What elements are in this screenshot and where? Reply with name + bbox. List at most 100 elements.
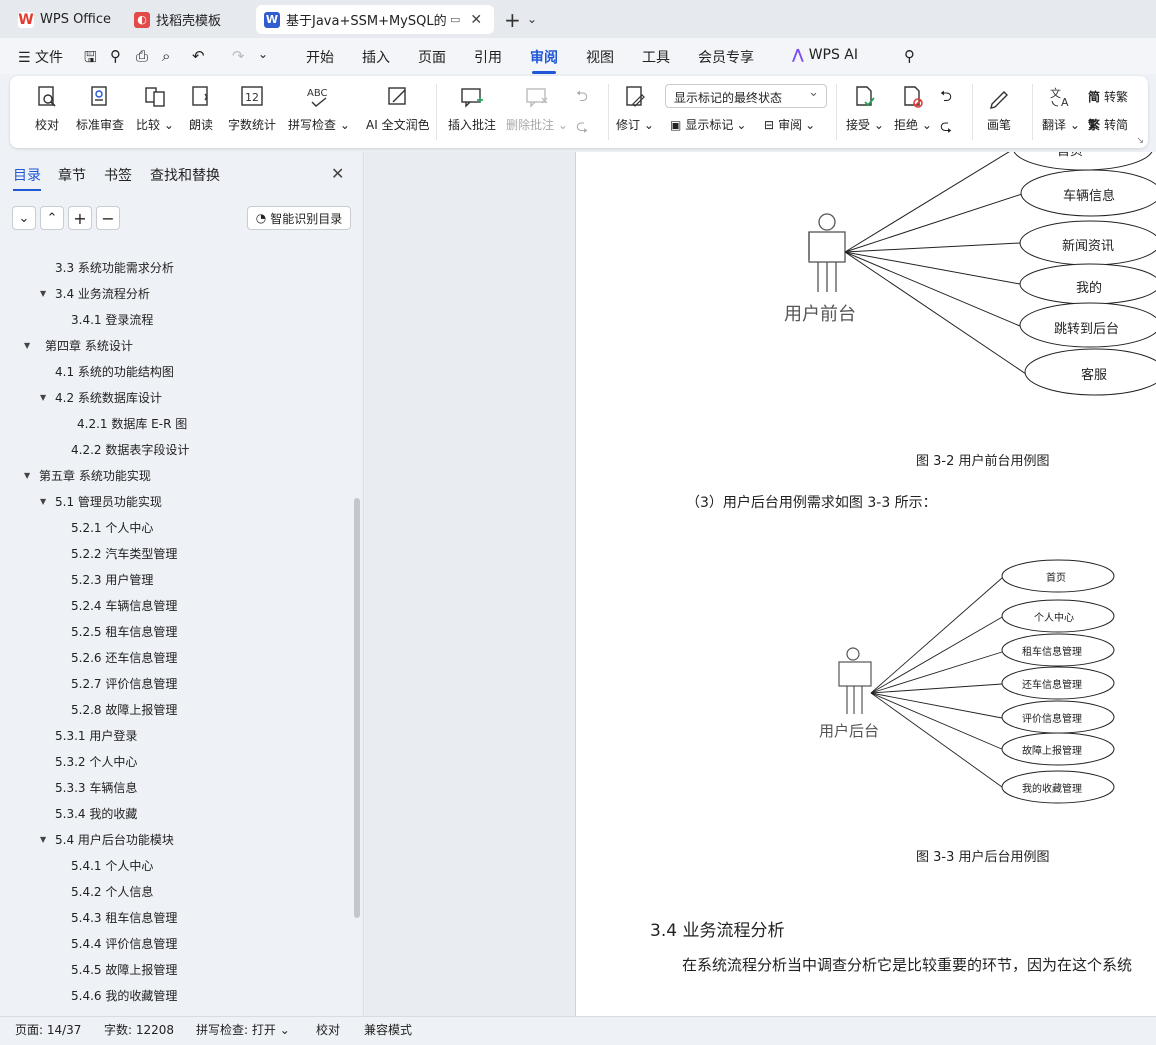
collapse-up-button[interactable]: ⌃	[40, 206, 64, 230]
next-comment-icon[interactable]: ⮎	[576, 116, 588, 141]
svg-text:12: 12	[245, 91, 259, 104]
expand-triangle-icon[interactable]: ▼	[40, 286, 46, 302]
insert-comment-button[interactable]: 插入批注	[448, 84, 496, 133]
tab-docer-templates[interactable]: ◐ 找稻壳模板	[126, 5, 250, 34]
read-aloud-button[interactable]: 朗读	[188, 84, 214, 133]
remove-heading-button[interactable]: −	[96, 206, 120, 230]
redo-icon[interactable]: ↷	[232, 47, 245, 65]
toc-item[interactable]: 5.1 管理员功能实现	[55, 494, 162, 510]
more-chevron-icon[interactable]: ⌄	[258, 47, 268, 61]
expand-triangle-icon[interactable]: ▼	[24, 468, 30, 484]
standard-review-button[interactable]: 标准审查	[76, 84, 124, 133]
search-icon[interactable]: ⚲	[904, 47, 915, 65]
word-count-button[interactable]: 12 字数统计	[228, 84, 276, 133]
ai-polish-button[interactable]: AI 全文润色	[366, 84, 430, 133]
print-preview-icon[interactable]: ⌕	[162, 47, 170, 65]
next-change-icon[interactable]: ⮎	[940, 116, 952, 141]
translate-button[interactable]: 文A 翻译 ⌄	[1042, 84, 1080, 133]
undo-icon[interactable]: ↶	[192, 47, 205, 65]
spell-check-status[interactable]: 拼写检查: 打开 ⌄	[196, 1021, 290, 1038]
reject-button[interactable]: 拒绝 ⌄	[894, 84, 932, 133]
menu-page[interactable]: 页面	[418, 47, 446, 67]
toc-item[interactable]: 4.2 系统数据库设计	[55, 390, 162, 406]
tab-current-document[interactable]: W 基于Java+SSM+MySQL的网 ▭ ✕	[256, 5, 494, 34]
new-tab-icon[interactable]: +	[504, 8, 521, 32]
toc-item[interactable]: 5.2.5 租车信息管理	[71, 624, 177, 640]
toc-item[interactable]: 5.4 用户后台功能模块	[55, 832, 174, 848]
use-case-mine: 我的	[1076, 281, 1103, 296]
menu-references[interactable]: 引用	[474, 47, 502, 67]
menu-insert[interactable]: 插入	[362, 47, 390, 67]
chevron-down-icon[interactable]: ⌄	[527, 12, 537, 26]
compare-button[interactable]: 比较 ⌄	[136, 84, 174, 133]
toc-item[interactable]: 5.4.5 故障上报管理	[71, 962, 177, 978]
toc-item[interactable]: 5.2.6 还车信息管理	[71, 650, 177, 666]
expand-triangle-icon[interactable]: ▼	[40, 832, 46, 848]
menu-review[interactable]: 审阅	[530, 47, 558, 74]
file-menu[interactable]: ☰ 文件	[18, 47, 63, 67]
toc-item[interactable]: 第四章 系统设计	[45, 338, 133, 354]
wps-ai-menu[interactable]: ⋀ WPS AI	[792, 47, 858, 63]
expand-triangle-icon[interactable]: ▼	[24, 338, 30, 354]
to-traditional-button[interactable]: 简转繁	[1088, 88, 1128, 105]
markup-state-select[interactable]: 显示标记的最终状态	[665, 84, 827, 108]
expand-down-button[interactable]: ⌄	[12, 206, 36, 230]
toc-item[interactable]: 5.2.1 个人中心	[71, 520, 153, 536]
menu-membership[interactable]: 会员专享	[698, 47, 754, 67]
toc-item[interactable]: 3.4 业务流程分析	[55, 286, 150, 302]
save-icon[interactable]: 🖫	[84, 47, 97, 72]
previous-change-icon[interactable]: ⮌	[940, 86, 952, 111]
pen-button[interactable]: 画笔	[986, 84, 1012, 133]
tab-bookmarks[interactable]: 书签	[104, 165, 132, 185]
review-pane-button[interactable]: ⊟ 审阅 ⌄	[764, 116, 815, 133]
toc-item[interactable]: 5.4.4 评价信息管理	[71, 936, 177, 952]
toc-item[interactable]: 5.4.2 个人信息	[71, 884, 153, 900]
link-icon[interactable]: ⚲	[110, 47, 121, 65]
spell-check-button[interactable]: ABC 拼写检查 ⌄	[288, 84, 350, 133]
previous-comment-icon[interactable]: ⮌	[576, 86, 588, 111]
toc-item[interactable]: 5.3.4 我的收藏	[55, 806, 137, 822]
toc-item[interactable]: 4.2.2 数据表字段设计	[71, 442, 189, 458]
menu-tools[interactable]: 工具	[642, 47, 670, 67]
tab-toc[interactable]: 目录	[13, 165, 41, 191]
page-indicator[interactable]: 页面: 14/37	[15, 1021, 81, 1038]
expand-ribbon-icon[interactable]: ↘	[1136, 136, 1144, 146]
word-count-status[interactable]: 字数: 12208	[104, 1021, 174, 1038]
toc-item[interactable]: 3.4.1 登录流程	[71, 312, 153, 328]
proof-status[interactable]: 校对	[316, 1021, 340, 1038]
close-pane-icon[interactable]: ✕	[331, 164, 344, 183]
close-tab-icon[interactable]: ✕	[470, 12, 482, 28]
track-changes-button[interactable]: 修订 ⌄	[616, 84, 654, 133]
sidebar-scrollbar[interactable]	[354, 498, 360, 918]
toc-item[interactable]: 4.2.1 数据库 E-R 图	[77, 416, 187, 432]
tab-wps-office[interactable]: W WPS Office	[10, 5, 120, 34]
add-heading-button[interactable]: +	[68, 206, 92, 230]
toc-item[interactable]: 5.4.3 租车信息管理	[71, 910, 177, 926]
toc-item[interactable]: 5.4.1 个人中心	[71, 858, 153, 874]
toc-item[interactable]: 5.3.2 个人中心	[55, 754, 137, 770]
toc-item[interactable]: 5.2.7 评价信息管理	[71, 676, 177, 692]
menu-view[interactable]: 视图	[586, 47, 614, 67]
toc-item[interactable]: 5.4.6 我的收藏管理	[71, 988, 177, 1004]
expand-triangle-icon[interactable]: ▼	[40, 494, 46, 510]
delete-comment-button[interactable]: 删除批注 ⌄	[506, 84, 568, 133]
toc-item[interactable]: 5.2.2 汽车类型管理	[71, 546, 177, 562]
toc-item[interactable]: 5.2.3 用户管理	[71, 572, 153, 588]
tab-find-replace[interactable]: 查找和替换	[150, 165, 220, 185]
toc-item[interactable]: 3.3 系统功能需求分析	[55, 260, 174, 276]
toc-item[interactable]: 5.3.1 用户登录	[55, 728, 137, 744]
expand-triangle-icon[interactable]: ▼	[40, 390, 46, 406]
proofread-button[interactable]: 校对	[34, 84, 60, 133]
toc-item[interactable]: 5.2.4 车辆信息管理	[71, 598, 177, 614]
show-markup-button[interactable]: ▣ 显示标记 ⌄	[670, 116, 746, 133]
menu-home[interactable]: 开始	[306, 47, 334, 67]
toc-item[interactable]: 4.1 系统的功能结构图	[55, 364, 174, 380]
print-icon[interactable]: ⎙	[136, 47, 148, 65]
toc-item[interactable]: 第五章 系统功能实现	[39, 468, 151, 484]
tab-chapters[interactable]: 章节	[58, 165, 86, 185]
to-simplified-button[interactable]: 繁转简	[1088, 116, 1128, 133]
toc-item[interactable]: 5.3.3 车辆信息	[55, 780, 137, 796]
toc-item[interactable]: 5.2.8 故障上报管理	[71, 702, 177, 718]
accept-button[interactable]: 接受 ⌄	[846, 84, 884, 133]
smart-recognize-toc-button[interactable]: ◔ 智能识别目录	[247, 206, 351, 230]
